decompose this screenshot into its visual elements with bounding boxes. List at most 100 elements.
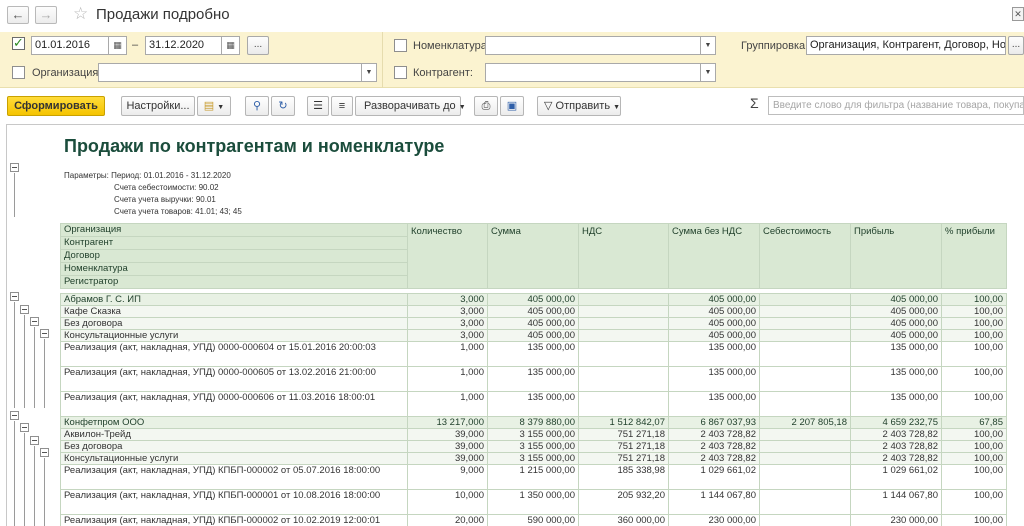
cell-pct[interactable]: 100,00	[941, 317, 1007, 330]
cell-cost[interactable]	[759, 489, 851, 515]
cell-vat[interactable]	[578, 317, 669, 330]
cell-qty[interactable]: 3,000	[407, 317, 488, 330]
cell-sum[interactable]: 3 155 000,00	[487, 452, 579, 465]
cell-qty[interactable]: 20,000	[407, 514, 488, 526]
cell-profit[interactable]: 230 000,00	[850, 514, 942, 526]
group-collapse-icon[interactable]	[40, 448, 49, 457]
sum-sigma-icon[interactable]: Σ	[750, 95, 759, 111]
document-row[interactable]: Реализация (акт, накладная, УПД) КПБП-00…	[60, 514, 1007, 526]
cell-net[interactable]: 405 000,00	[668, 317, 760, 330]
cell-profit[interactable]: 135 000,00	[850, 341, 942, 367]
cell-vat[interactable]: 205 932,20	[578, 489, 669, 515]
settings-button[interactable]: Настройки...	[121, 96, 195, 116]
cell-cost[interactable]	[759, 366, 851, 392]
cell-vat[interactable]: 185 338,98	[578, 464, 669, 490]
group-collapse-icon[interactable]	[20, 423, 29, 432]
print-button[interactable]: ⎙	[474, 96, 498, 116]
cell-pct[interactable]: 100,00	[941, 464, 1007, 490]
group-row-level-4[interactable]: Консультационные услуги 39,000 3 155 000,0…	[60, 452, 1007, 465]
nomenclature-field[interactable]	[485, 36, 701, 55]
row-name-cell[interactable]: Консультационные услуги	[60, 329, 408, 342]
row-name-cell[interactable]: Аквилон-Трейд	[60, 428, 408, 441]
row-name-cell[interactable]: Без договора	[60, 317, 408, 330]
cell-net[interactable]: 135 000,00	[668, 391, 760, 417]
cell-profit[interactable]: 405 000,00	[850, 329, 942, 342]
row-name-cell[interactable]: Конфетпром ООО	[60, 416, 408, 429]
cell-cost[interactable]	[759, 305, 851, 318]
find-next-button[interactable]: ↻	[271, 96, 295, 116]
cell-net[interactable]: 2 403 728,82	[668, 428, 760, 441]
document-row[interactable]: Реализация (акт, накладная, УПД) 0000-00…	[60, 366, 1007, 392]
cell-net[interactable]: 2 403 728,82	[668, 452, 760, 465]
preview-button[interactable]: ▣	[500, 96, 524, 116]
cell-sum[interactable]: 405 000,00	[487, 305, 579, 318]
cell-qty[interactable]: 10,000	[407, 489, 488, 515]
group-collapse-icon[interactable]	[30, 317, 39, 326]
cell-profit[interactable]: 135 000,00	[850, 391, 942, 417]
cell-net[interactable]: 135 000,00	[668, 366, 760, 392]
group-row-level-3[interactable]: Без договора 3,000 405 000,00 405 000,00 405…	[60, 317, 1007, 330]
cell-cost[interactable]	[759, 317, 851, 330]
calendar-to-button[interactable]: ▦	[222, 36, 240, 55]
row-name-cell[interactable]: Реализация (акт, накладная, УПД) КПБП-00…	[60, 489, 408, 515]
period-more-button[interactable]: ...	[247, 36, 269, 55]
cell-cost[interactable]	[759, 440, 851, 453]
favorite-star-icon[interactable]: ☆	[73, 4, 88, 24]
row-name-cell[interactable]: Реализация (акт, накладная, УПД) КПБП-00…	[60, 514, 408, 526]
cell-qty[interactable]: 13 217,000	[407, 416, 488, 429]
cell-sum[interactable]: 590 000,00	[487, 514, 579, 526]
period-checkbox[interactable]	[12, 35, 25, 51]
counterparty-checkbox[interactable]	[394, 66, 407, 79]
cell-pct[interactable]: 100,00	[941, 391, 1007, 417]
cell-cost[interactable]	[759, 341, 851, 367]
row-name-cell[interactable]: Реализация (акт, накладная, УПД) КПБП-00…	[60, 464, 408, 490]
find-button[interactable]: ⚲	[245, 96, 269, 116]
group-row-level-3[interactable]: Без договора 39,000 3 155 000,00 751 271,18…	[60, 440, 1007, 453]
group-row-level-1[interactable]: Абрамов Г. С. ИП 3,000 405 000,00 405 000,0…	[60, 293, 1007, 306]
cell-sum[interactable]: 1 215 000,00	[487, 464, 579, 490]
cell-profit[interactable]: 1 029 661,02	[850, 464, 942, 490]
back-button[interactable]: ←	[7, 6, 29, 24]
cell-pct[interactable]: 100,00	[941, 489, 1007, 515]
cell-net[interactable]: 1 029 661,02	[668, 464, 760, 490]
counterparty-field[interactable]	[485, 63, 701, 82]
nomenclature-dropdown-button[interactable]: ▼	[701, 36, 716, 55]
group-collapse-icon[interactable]	[20, 305, 29, 314]
cell-vat[interactable]	[578, 341, 669, 367]
close-icon[interactable]: ✕	[1012, 7, 1024, 21]
cell-pct[interactable]: 67,85	[941, 416, 1007, 429]
cell-pct[interactable]: 100,00	[941, 293, 1007, 306]
cell-sum[interactable]: 135 000,00	[487, 366, 579, 392]
cell-profit[interactable]: 4 659 232,75	[850, 416, 942, 429]
cell-net[interactable]: 405 000,00	[668, 293, 760, 306]
cell-cost[interactable]	[759, 514, 851, 526]
header-collapse-icon[interactable]	[10, 163, 19, 172]
cell-pct[interactable]: 100,00	[941, 341, 1007, 367]
cell-qty[interactable]: 3,000	[407, 293, 488, 306]
cell-vat[interactable]: 751 271,18	[578, 452, 669, 465]
period-from-field[interactable]: 01.01.2016	[31, 36, 109, 55]
cell-vat[interactable]	[578, 293, 669, 306]
cell-sum[interactable]: 405 000,00	[487, 293, 579, 306]
cell-vat[interactable]	[578, 305, 669, 318]
cell-vat[interactable]	[578, 366, 669, 392]
cell-profit[interactable]: 405 000,00	[850, 317, 942, 330]
group-collapse-icon[interactable]	[10, 411, 19, 420]
cell-net[interactable]: 6 867 037,93	[668, 416, 760, 429]
cell-vat[interactable]: 751 271,18	[578, 428, 669, 441]
cell-qty[interactable]: 1,000	[407, 391, 488, 417]
cell-qty[interactable]: 1,000	[407, 341, 488, 367]
group-row-level-2[interactable]: Аквилон-Трейд 39,000 3 155 000,00 751 271,1…	[60, 428, 1007, 441]
send-button[interactable]: ▽ Отправить ▼	[537, 96, 621, 116]
cell-cost[interactable]	[759, 428, 851, 441]
flat-list-button[interactable]: ≡	[331, 96, 353, 116]
row-name-cell[interactable]: Абрамов Г. С. ИП	[60, 293, 408, 306]
cell-sum[interactable]: 135 000,00	[487, 341, 579, 367]
cell-profit[interactable]: 135 000,00	[850, 366, 942, 392]
organization-dropdown-button[interactable]: ▼	[362, 63, 377, 82]
variants-button[interactable]: ▤ ▼	[197, 96, 231, 116]
cell-pct[interactable]: 100,00	[941, 305, 1007, 318]
cell-pct[interactable]: 100,00	[941, 428, 1007, 441]
document-row[interactable]: Реализация (акт, накладная, УПД) КПБП-00…	[60, 489, 1007, 515]
cell-net[interactable]: 230 000,00	[668, 514, 760, 526]
